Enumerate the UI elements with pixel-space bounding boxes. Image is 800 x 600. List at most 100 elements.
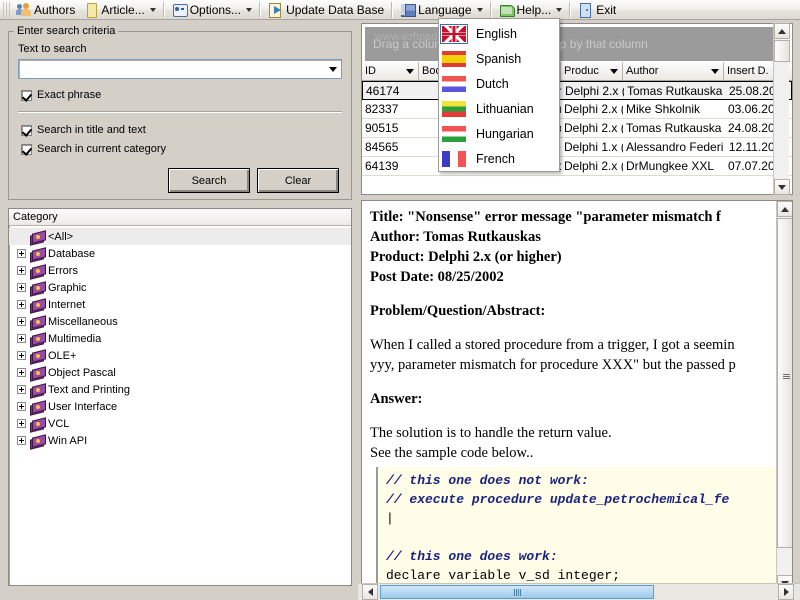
scroll-down-button[interactable] (774, 179, 790, 195)
code-block: // this one does not work: // execute pr… (376, 467, 776, 591)
expand-icon[interactable] (17, 368, 26, 377)
toolbar-drag-grip[interactable] (3, 1, 10, 18)
book-icon (30, 229, 46, 246)
toolbar-button-help[interactable]: Help... (495, 1, 567, 19)
toolbar-button-language[interactable]: Language (396, 1, 486, 19)
language-menu-item-french[interactable]: French (439, 146, 559, 171)
tree-item-object-pascal[interactable]: Object Pascal (9, 364, 351, 382)
tree-item-errors[interactable]: Errors (9, 262, 351, 280)
table-row[interactable]: 82337 Access violation on exit Delphi 2.… (362, 100, 792, 119)
language-dropdown-menu[interactable]: English Spanish Dutch Lithuanian Hungari… (438, 18, 560, 172)
checkbox-search-current-category-label: Search in current category (37, 143, 167, 155)
checkbox-search-title-text[interactable]: Search in title and text (21, 124, 146, 136)
expand-icon[interactable] (17, 385, 26, 394)
expand-icon[interactable] (17, 419, 26, 428)
category-tree-panel[interactable]: Category <All> Database Errors Graphic I… (8, 208, 352, 586)
grid-column-author[interactable]: Author (623, 62, 724, 80)
expand-icon[interactable] (17, 351, 26, 360)
tree-item-win-api[interactable]: Win API (9, 432, 351, 450)
cell-author: DrMungkee XXL (626, 159, 715, 173)
chevron-down-icon[interactable] (476, 7, 483, 12)
checkbox-search-current-category-box[interactable] (21, 143, 32, 155)
article-detail-pane[interactable]: Title: "Nonsense" error message "paramet… (361, 200, 793, 592)
chevron-down-icon[interactable] (556, 7, 563, 12)
chevron-down-icon[interactable] (711, 69, 719, 74)
tree-item-text-and-printing[interactable]: Text and Printing (9, 381, 351, 399)
expand-icon[interactable] (17, 283, 26, 292)
expand-icon[interactable] (17, 317, 26, 326)
tree-item-miscellaneous[interactable]: Miscellaneous (9, 313, 351, 331)
grid-column-product[interactable]: Produc (561, 62, 623, 80)
language-menu-item-label: French (476, 151, 515, 166)
tree-item-label: VCL (48, 417, 70, 430)
horizontal-scrollbar-thumb[interactable] (380, 585, 654, 599)
group-by-drag-area[interactable]: Drag a column header here to group by th… (365, 27, 777, 61)
chevron-down-icon[interactable] (246, 7, 253, 12)
chevron-down-icon[interactable] (325, 60, 341, 78)
book-icon (30, 382, 46, 399)
tree-item-graphic[interactable]: Graphic (9, 279, 351, 297)
clear-button[interactable]: Clear (257, 168, 339, 193)
tree-item-user-interface[interactable]: User Interface (9, 398, 351, 416)
tree-item-label: Miscellaneous (48, 315, 118, 328)
table-row[interactable]: 64139 BLOB field reading Delphi 2.x ( Dr… (362, 157, 792, 176)
expand-icon[interactable] (17, 300, 26, 309)
category-tree[interactable]: <All> Database Errors Graphic Internet M… (9, 226, 351, 450)
checkbox-search-title-text-box[interactable] (21, 124, 32, 136)
cell-id: 82337 (365, 102, 399, 116)
detail-vertical-scrollbar[interactable] (776, 201, 792, 591)
language-menu-item-label: Dutch (476, 76, 509, 91)
articles-grid[interactable]: Drag a column header here to group by th… (361, 23, 793, 195)
answer-heading: Answer: (370, 389, 776, 409)
scroll-left-button[interactable] (362, 584, 378, 600)
cell-author: Tomas Rutkauska (627, 83, 723, 98)
grid-column-id[interactable]: ID (362, 62, 419, 80)
toolbar-button-article[interactable]: Article... (79, 1, 159, 19)
book-icon (30, 365, 46, 382)
code-line: | (386, 511, 394, 526)
tree-item-internet[interactable]: Internet (9, 296, 351, 314)
table-row[interactable]: 90515 Add a record to a table Delphi 2.x… (362, 119, 792, 138)
detail-scrollbar-thumb[interactable] (777, 218, 792, 548)
grid-vertical-scrollbar[interactable] (773, 23, 790, 195)
flag-lithuania-icon (442, 100, 466, 117)
toolbar-button-update-database[interactable]: Update Data Base (264, 1, 388, 19)
toolbar-button-options[interactable]: Options... (168, 1, 256, 19)
expand-icon[interactable] (17, 266, 26, 275)
chevron-down-icon[interactable] (149, 7, 156, 12)
tree-item-ole-plus[interactable]: OLE+ (9, 347, 351, 365)
scroll-up-button[interactable] (774, 23, 790, 39)
language-menu-item-english[interactable]: English (439, 21, 559, 46)
flag-france-icon (442, 150, 466, 167)
expand-icon[interactable] (17, 249, 26, 258)
table-row[interactable]: 84565 ADO connection string Delphi 1.x (… (362, 138, 792, 157)
language-menu-item-lithuanian[interactable]: Lithuanian (439, 96, 559, 121)
scroll-right-button[interactable] (778, 584, 794, 600)
tree-item-vcl[interactable]: VCL (9, 415, 351, 433)
toolbar-button-authors[interactable]: Authors (12, 1, 79, 19)
tree-item-all[interactable]: <All> (9, 228, 351, 246)
language-menu-item-hungarian[interactable]: Hungarian (439, 121, 559, 146)
cell-product: Delphi 2.x ( (564, 159, 623, 173)
expand-icon[interactable] (17, 334, 26, 343)
horizontal-scrollbar[interactable] (358, 583, 800, 600)
table-row[interactable]: 46174 "Nonsense" error message Delphi 2.… (362, 81, 792, 100)
toolbar-button-exit[interactable]: Exit (574, 1, 620, 19)
chevron-down-icon[interactable] (610, 69, 618, 74)
search-input[interactable] (18, 59, 342, 79)
tree-item-multimedia[interactable]: Multimedia (9, 330, 351, 348)
scroll-up-button[interactable] (777, 201, 792, 217)
cell-author: Mike Shkolnik (626, 102, 701, 116)
checkbox-search-current-category[interactable]: Search in current category (21, 143, 166, 155)
expand-icon[interactable] (17, 436, 26, 445)
checkbox-exact-phrase-box[interactable] (21, 89, 32, 101)
checkbox-exact-phrase[interactable]: Exact phrase (21, 89, 101, 101)
tree-item-database[interactable]: Database (9, 245, 351, 263)
search-button[interactable]: Search (168, 168, 250, 193)
expand-icon[interactable] (17, 402, 26, 411)
chevron-down-icon[interactable] (406, 69, 414, 74)
language-menu-item-dutch[interactable]: Dutch (439, 71, 559, 96)
grid-scrollbar-thumb[interactable] (774, 40, 790, 62)
language-menu-item-spanish[interactable]: Spanish (439, 46, 559, 71)
flag-uk-icon (440, 23, 468, 44)
